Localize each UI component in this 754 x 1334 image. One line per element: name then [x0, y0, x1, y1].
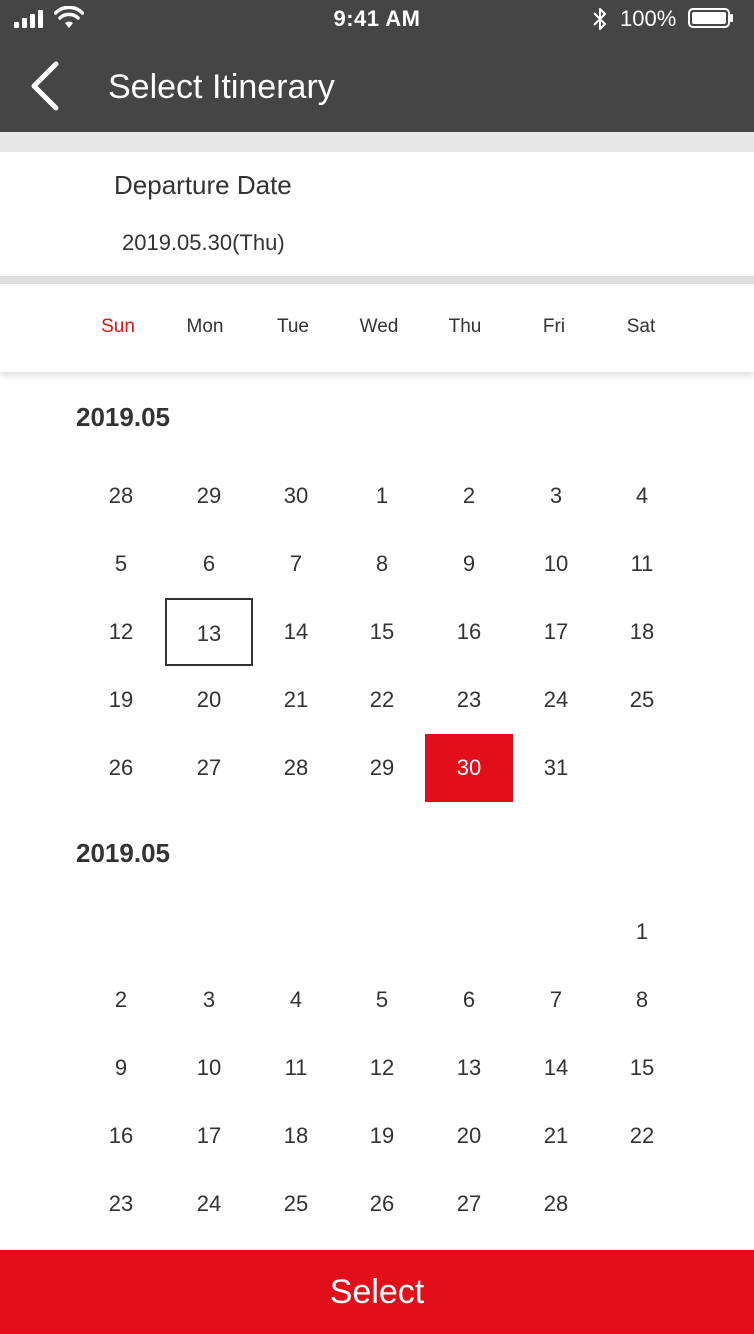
calendar-day[interactable]: 30	[252, 462, 340, 530]
month-title: 2019.05	[76, 838, 170, 868]
calendar-day[interactable]: 5	[77, 530, 165, 598]
calendar-day[interactable]: 15	[338, 598, 426, 666]
battery-icon	[688, 8, 733, 28]
calendar-day[interactable]: 5	[338, 966, 426, 1034]
calendar-day[interactable]: 27	[165, 734, 253, 802]
calendar-day[interactable]: 16	[77, 1102, 165, 1170]
weekday-sun: Sun	[101, 316, 135, 337]
departure-date-value: 2019.05.30(Thu)	[122, 230, 285, 255]
back-button[interactable]	[20, 60, 70, 112]
calendar-day[interactable]: 17	[165, 1102, 253, 1170]
calendar-day[interactable]: 14	[512, 1034, 600, 1102]
calendar-day[interactable]: 8	[598, 966, 686, 1034]
status-bar: 9:41 AM 100%	[0, 0, 754, 38]
calendar-day[interactable]: 24	[165, 1170, 253, 1238]
calendar-day[interactable]: 10	[165, 1034, 253, 1102]
bluetooth-icon	[593, 8, 606, 30]
calendar-day[interactable]: 18	[252, 1102, 340, 1170]
nav-bar: Select Itinerary	[0, 38, 754, 132]
weekday-sat: Sat	[626, 316, 656, 337]
calendar-day[interactable]: 15	[598, 1034, 686, 1102]
calendar-day[interactable]: 12	[338, 1034, 426, 1102]
calendar-day[interactable]: 6	[425, 966, 513, 1034]
calendar-day[interactable]: 8	[338, 530, 426, 598]
calendar-day[interactable]: 23	[77, 1170, 165, 1238]
calendar-day[interactable]: 3	[512, 462, 600, 530]
calendar-day[interactable]: 20	[425, 1102, 513, 1170]
header-band	[0, 132, 754, 152]
calendar-day[interactable]: 31	[512, 734, 600, 802]
weekday-mon: Mon	[186, 316, 224, 337]
calendar-day[interactable]: 7	[252, 530, 340, 598]
calendar-day[interactable]: 1	[338, 462, 426, 530]
calendar-day[interactable]: 16	[425, 598, 513, 666]
calendar-day[interactable]: 12	[77, 598, 165, 666]
calendar-day[interactable]: 23	[425, 666, 513, 734]
calendar-day[interactable]: 13	[165, 598, 253, 666]
calendar-day[interactable]: 18	[598, 598, 686, 666]
weekday-tue: Tue	[276, 316, 310, 337]
calendar-day[interactable]: 13	[425, 1034, 513, 1102]
weekday-wed: Wed	[359, 316, 399, 337]
calendar-day[interactable]: 19	[338, 1102, 426, 1170]
calendar-day[interactable]: 21	[512, 1102, 600, 1170]
calendar-day[interactable]: 20	[165, 666, 253, 734]
calendar-day[interactable]: 22	[338, 666, 426, 734]
calendar-day[interactable]: 28	[252, 734, 340, 802]
section-divider	[0, 276, 754, 284]
battery-percentage: 100%	[620, 6, 677, 31]
calendar-day[interactable]: 17	[512, 598, 600, 666]
calendar-day[interactable]: 4	[598, 462, 686, 530]
calendar-day[interactable]: 11	[252, 1034, 340, 1102]
calendar-day[interactable]: 25	[252, 1170, 340, 1238]
calendar-day[interactable]: 27	[425, 1170, 513, 1238]
calendar-day[interactable]: 29	[165, 462, 253, 530]
chevron-left-icon	[31, 61, 59, 111]
calendar-day[interactable]: 2	[425, 462, 513, 530]
calendar-day[interactable]: 11	[598, 530, 686, 598]
departure-date-label: Departure Date	[114, 170, 292, 200]
calendar-day[interactable]: 6	[165, 530, 253, 598]
page-title: Select Itinerary	[108, 68, 335, 106]
calendar-day[interactable]: 28	[512, 1170, 600, 1238]
calendar-day[interactable]: 19	[77, 666, 165, 734]
calendar-day[interactable]: 2	[77, 966, 165, 1034]
calendar-day[interactable]: 3	[165, 966, 253, 1034]
calendar-day[interactable]: 10	[512, 530, 600, 598]
calendar-day[interactable]: 9	[77, 1034, 165, 1102]
select-button[interactable]: Select	[0, 1250, 754, 1334]
month-title: 2019.05	[76, 402, 170, 432]
calendar-day[interactable]: 14	[252, 598, 340, 666]
weekday-header: Sun Mon Tue Wed Thu Fri Sat	[0, 284, 754, 372]
calendar-day[interactable]: 29	[338, 734, 426, 802]
weekday-thu: Thu	[448, 316, 482, 337]
weekday-fri: Fri	[542, 316, 566, 337]
calendar-day[interactable]: 30	[425, 734, 513, 802]
calendar-day[interactable]: 9	[425, 530, 513, 598]
calendar-day[interactable]: 7	[512, 966, 600, 1034]
calendar-day[interactable]: 24	[512, 666, 600, 734]
calendar-day[interactable]: 4	[252, 966, 340, 1034]
calendar-day[interactable]: 1	[598, 898, 686, 966]
calendar-day[interactable]: 28	[77, 462, 165, 530]
calendar-day[interactable]: 25	[598, 666, 686, 734]
calendar-day[interactable]: 21	[252, 666, 340, 734]
calendar-day[interactable]: 22	[598, 1102, 686, 1170]
calendar-day[interactable]: 26	[77, 734, 165, 802]
calendar-day[interactable]: 26	[338, 1170, 426, 1238]
